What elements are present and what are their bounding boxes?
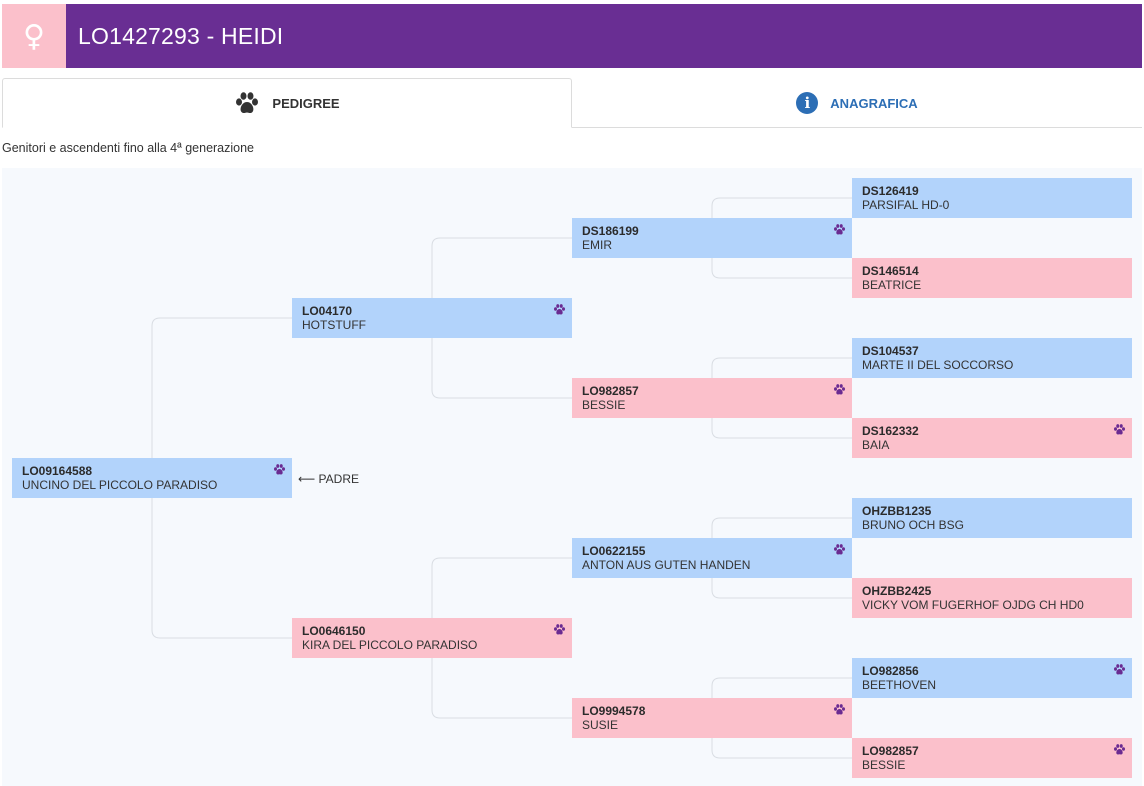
g3-node-2[interactable]: LO982857 BESSIE [572,378,852,418]
node-code: LO09164588 [22,464,93,478]
node-name: BEATRICE [862,278,922,292]
node-name: VICKY VOM FUGERHOF OJDG CH HD0 [862,598,1084,612]
node-name: BAIA [862,438,890,452]
g4-node-6[interactable]: OHZBB2425 VICKY VOM FUGERHOF OJDG CH HD0 [852,578,1132,618]
node-name: EMIR [582,238,612,252]
padre-text: PADRE [318,472,359,486]
paw-icon[interactable] [1113,423,1126,436]
node-name: PARSIFAL HD-0 [862,198,950,212]
paw-icon[interactable] [1113,743,1126,756]
female-sex-icon: ♀ [2,4,66,68]
tab-pedigree-label: PEDIGREE [272,95,340,111]
paw-icon[interactable] [833,703,846,716]
node-code: LO9994578 [582,704,646,718]
g4-node-2[interactable]: DS146514 BEATRICE [852,258,1132,298]
node-code: LO04170 [302,304,353,318]
node-code: DS146514 [862,264,919,278]
node-name: UNCINO DEL PICCOLO PARADISO [22,478,218,492]
pedigree-tree: LO09164588 UNCINO DEL PICCOLO PARADISO L… [2,168,1142,786]
node-code: DS162332 [862,424,919,438]
node-name: MARTE II DEL SOCCORSO [862,358,1014,372]
g3-node-1[interactable]: DS186199 EMIR [572,218,852,258]
pedigree-subtitle: Genitori e ascendenti fino alla 4ª gener… [2,141,255,155]
node-code: DS104537 [862,344,919,358]
tab-anagrafica[interactable]: i ANAGRAFICA [572,78,1142,128]
sire-dam-node[interactable]: LO0646150 KIRA DEL PICCOLO PARADISO [292,618,572,658]
tab-bar: PEDIGREE i ANAGRAFICA [2,78,1142,128]
sire-sire-node[interactable]: LO04170 HOTSTUFF [292,298,572,338]
arrow-left-icon: ⟵ [298,472,316,486]
paw-icon[interactable] [553,623,566,636]
node-code: LO982856 [862,664,919,678]
paw-icon[interactable] [553,303,566,316]
paw-icon[interactable] [273,463,286,476]
node-name: BESSIE [582,398,626,412]
g3-node-3[interactable]: LO0622155 ANTON AUS GUTEN HANDEN [572,538,852,578]
paw-icon[interactable] [833,223,846,236]
node-code: LO982857 [582,384,639,398]
paw-icon[interactable] [833,383,846,396]
node-code: LO0646150 [302,624,366,638]
node-name: ANTON AUS GUTEN HANDEN [582,558,751,572]
paw-icon[interactable] [1113,663,1126,676]
node-name: BEETHOVEN [862,678,937,692]
dog-header: ♀ LO1427293 - HEIDI [2,4,1142,68]
g4-node-7[interactable]: LO982856 BEETHOVEN [852,658,1132,698]
g4-node-8[interactable]: LO982857 BESSIE [852,738,1132,778]
g4-node-1[interactable]: DS126419 PARSIFAL HD-0 [852,178,1132,218]
tab-anagrafica-label: ANAGRAFICA [830,95,918,111]
g4-node-4[interactable]: DS162332 BAIA [852,418,1132,458]
padre-label: ⟵ PADRE [298,472,359,486]
info-icon: i [796,92,819,114]
paw-icon [236,92,259,114]
node-name: BESSIE [862,758,906,772]
g3-node-4[interactable]: LO9994578 SUSIE [572,698,852,738]
paw-icon[interactable] [833,543,846,556]
g4-node-3[interactable]: DS104537 MARTE II DEL SOCCORSO [852,338,1132,378]
node-code: DS126419 [862,184,919,198]
node-name: HOTSTUFF [302,318,366,332]
node-code: LO0622155 [582,544,646,558]
page-title: LO1427293 - HEIDI [78,22,284,49]
node-code: DS186199 [582,224,639,238]
node-name: BRUNO OCH BSG [862,518,965,532]
g4-node-5[interactable]: OHZBB1235 BRUNO OCH BSG [852,498,1132,538]
node-code: OHZBB1235 [862,504,932,518]
sire-node[interactable]: LO09164588 UNCINO DEL PICCOLO PARADISO [12,458,292,498]
node-name: SUSIE [582,718,619,732]
node-name: KIRA DEL PICCOLO PARADISO [302,638,478,652]
node-code: OHZBB2425 [862,584,932,598]
tab-pedigree[interactable]: PEDIGREE [2,78,572,128]
node-code: LO982857 [862,744,919,758]
